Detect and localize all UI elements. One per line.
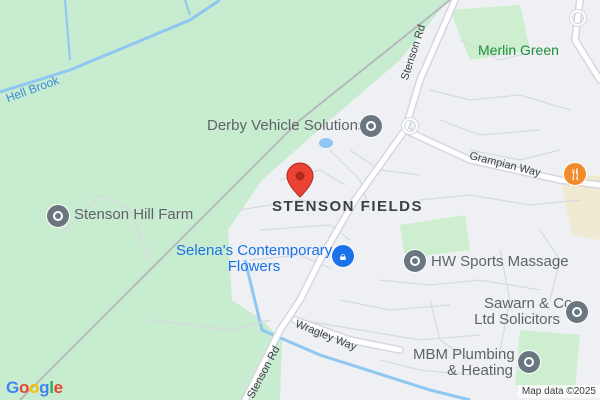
place-pin-icon[interactable] [359,114,383,138]
place-label-mbm-plumbing-line2[interactable]: & Heating [433,362,513,379]
place-pin-icon[interactable] [565,300,589,324]
place-label-selenas-flowers-line2[interactable]: Flowers [176,258,332,275]
place-pin-icon[interactable] [46,204,70,228]
restaurant-icon[interactable]: 🍴︎ [563,162,587,186]
pond [319,138,333,148]
green-label-merlin-green: Merlin Green [478,42,559,58]
google-logo: Google [6,378,63,397]
location-marker-icon[interactable] [286,162,314,198]
place-label-sawarn-co-line1[interactable]: Sawarn & Co [484,295,572,312]
area-label-stenson-fields: STENSON FIELDS [272,198,424,215]
shopping-bag-glyph: 🔒︎ [339,249,347,263]
shopping-bag-icon[interactable]: 🔒︎ [331,244,355,268]
fork-knife-glyph: 🍴︎ [567,167,583,181]
place-label-derby-vehicle-solutions[interactable]: Derby Vehicle Solutions [207,117,365,134]
place-label-stenson-hill-farm[interactable]: Stenson Hill Farm [74,206,193,223]
place-pin-icon[interactable] [403,249,427,273]
place-label-sawarn-co-line2[interactable]: Ltd Solicitors [456,311,560,328]
place-label-hw-sports-massage[interactable]: HW Sports Massage [431,253,569,270]
map-attribution[interactable]: Map data ©2025 [517,385,600,398]
map-canvas[interactable]: Stenson Rd Grampian Way Stenson Rd Wragl… [0,0,600,400]
place-label-selenas-flowers-line1[interactable]: Selena's Contemporary [176,242,332,259]
place-label-mbm-plumbing-line1[interactable]: MBM Plumbing [413,346,515,363]
place-pin-icon[interactable] [517,350,541,374]
